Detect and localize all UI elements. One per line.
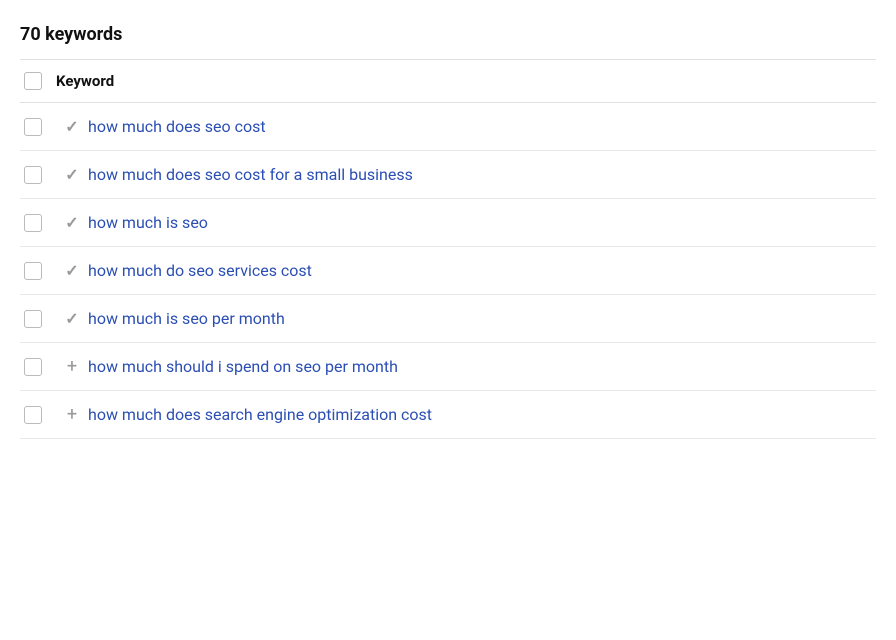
table-row: ✓ how much does seo cost xyxy=(20,103,876,151)
row-checkbox-col xyxy=(24,166,56,184)
plus-add-icon: + xyxy=(67,406,77,424)
check-icon: ✓ xyxy=(56,165,88,184)
keyword-link[interactable]: how much does seo cost xyxy=(88,117,266,136)
keyword-link[interactable]: how much is seo xyxy=(88,213,208,232)
page-wrapper: 70 keywords Keyword ✓ how much does seo c… xyxy=(0,0,896,439)
row-checkbox-col xyxy=(24,358,56,376)
keyword-link[interactable]: how much do seo services cost xyxy=(88,261,312,280)
checkmark-icon: ✓ xyxy=(65,261,78,280)
table-row: ✓ how much is seo per month xyxy=(20,295,876,343)
row-checkbox-col xyxy=(24,214,56,232)
row-checkbox[interactable] xyxy=(24,358,42,376)
row-checkbox[interactable] xyxy=(24,166,42,184)
row-checkbox[interactable] xyxy=(24,310,42,328)
row-checkbox[interactable] xyxy=(24,118,42,136)
check-icon: ✓ xyxy=(56,213,88,232)
keyword-link[interactable]: how much does search engine optimization… xyxy=(88,405,432,424)
plus-add-icon: + xyxy=(67,358,77,376)
header-checkbox-col xyxy=(24,72,56,90)
plus-icon: + xyxy=(56,406,88,424)
check-icon: ✓ xyxy=(56,261,88,280)
select-all-checkbox[interactable] xyxy=(24,72,42,90)
row-checkbox-col xyxy=(24,262,56,280)
row-checkbox[interactable] xyxy=(24,262,42,280)
table-row: + how much does search engine optimizatio… xyxy=(20,391,876,439)
row-checkbox[interactable] xyxy=(24,214,42,232)
checkmark-icon: ✓ xyxy=(65,309,78,328)
table-header: Keyword xyxy=(20,60,876,103)
keyword-link[interactable]: how much does seo cost for a small busin… xyxy=(88,165,413,184)
keyword-list: ✓ how much does seo cost ✓ how much does se… xyxy=(20,103,876,439)
column-label-keyword: Keyword xyxy=(56,72,114,90)
header-row: 70 keywords xyxy=(20,24,876,60)
checkmark-icon: ✓ xyxy=(65,213,78,232)
row-checkbox[interactable] xyxy=(24,406,42,424)
keyword-link[interactable]: how much is seo per month xyxy=(88,309,285,328)
plus-icon: + xyxy=(56,358,88,376)
checkmark-icon: ✓ xyxy=(65,165,78,184)
table-row: ✓ how much do seo services cost xyxy=(20,247,876,295)
checkmark-icon: ✓ xyxy=(65,117,78,136)
check-icon: ✓ xyxy=(56,309,88,328)
keyword-link[interactable]: how much should i spend on seo per month xyxy=(88,357,398,376)
row-checkbox-col xyxy=(24,118,56,136)
table-row: + how much should i spend on seo per mont… xyxy=(20,343,876,391)
table-row: ✓ how much does seo cost for a small busi… xyxy=(20,151,876,199)
check-icon: ✓ xyxy=(56,117,88,136)
row-checkbox-col xyxy=(24,406,56,424)
table-row: ✓ how much is seo xyxy=(20,199,876,247)
row-checkbox-col xyxy=(24,310,56,328)
keyword-count-heading: 70 keywords xyxy=(20,24,876,45)
